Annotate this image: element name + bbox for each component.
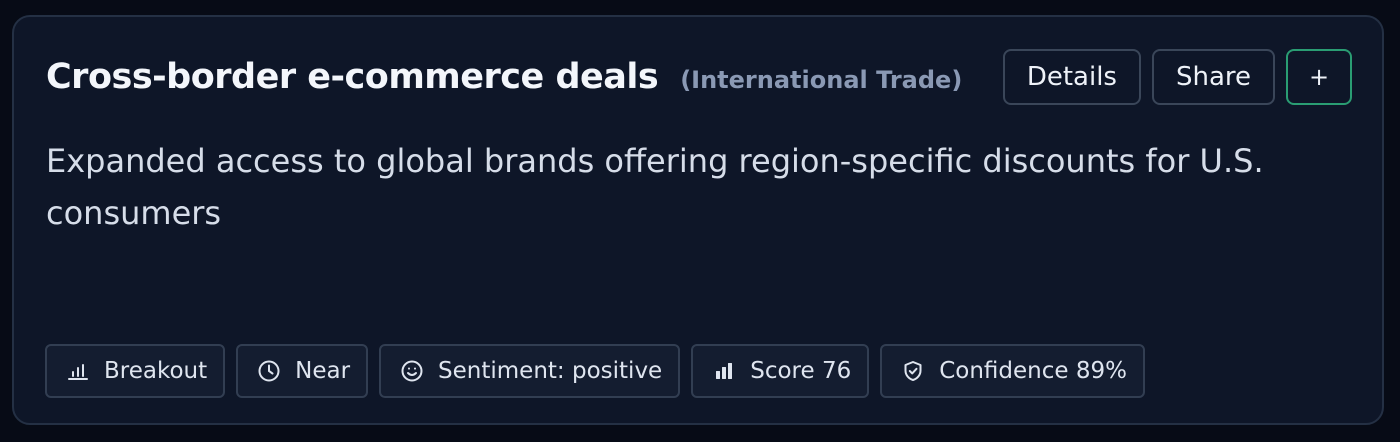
tag-list: Breakout Near Sentiment: positive Score … <box>45 344 1145 398</box>
smiley-icon <box>399 358 425 384</box>
tag-label: Near <box>295 358 351 384</box>
tag-sentiment: Sentiment: positive <box>379 344 681 398</box>
card-description: Expanded access to global brands offerin… <box>46 142 1264 232</box>
trend-card: Cross-border e-commerce deals (Internati… <box>12 15 1384 425</box>
card-category: (International Trade) <box>680 66 963 94</box>
tag-label: Score 76 <box>750 358 852 384</box>
tag-label: Sentiment: positive <box>438 358 663 384</box>
shield-check-icon <box>900 358 926 384</box>
tag-confidence: Confidence 89% <box>880 344 1145 398</box>
clock-icon <box>256 358 282 384</box>
card-title: Cross-border e-commerce deals <box>46 57 659 97</box>
share-button[interactable]: Share <box>1151 49 1275 105</box>
add-button[interactable]: + <box>1286 49 1352 105</box>
tag-breakout: Breakout <box>45 344 226 398</box>
tag-score: Score 76 <box>691 344 870 398</box>
tag-near: Near <box>236 344 369 398</box>
tag-label: Confidence 89% <box>939 358 1127 384</box>
bar-chart-bold-icon <box>711 358 737 384</box>
details-button[interactable]: Details <box>1002 49 1141 105</box>
card-header: Cross-border e-commerce deals (Internati… <box>46 57 962 97</box>
bar-chart-icon <box>65 358 91 384</box>
tag-label: Breakout <box>104 358 208 384</box>
card-actions: Details Share + <box>1002 49 1352 105</box>
